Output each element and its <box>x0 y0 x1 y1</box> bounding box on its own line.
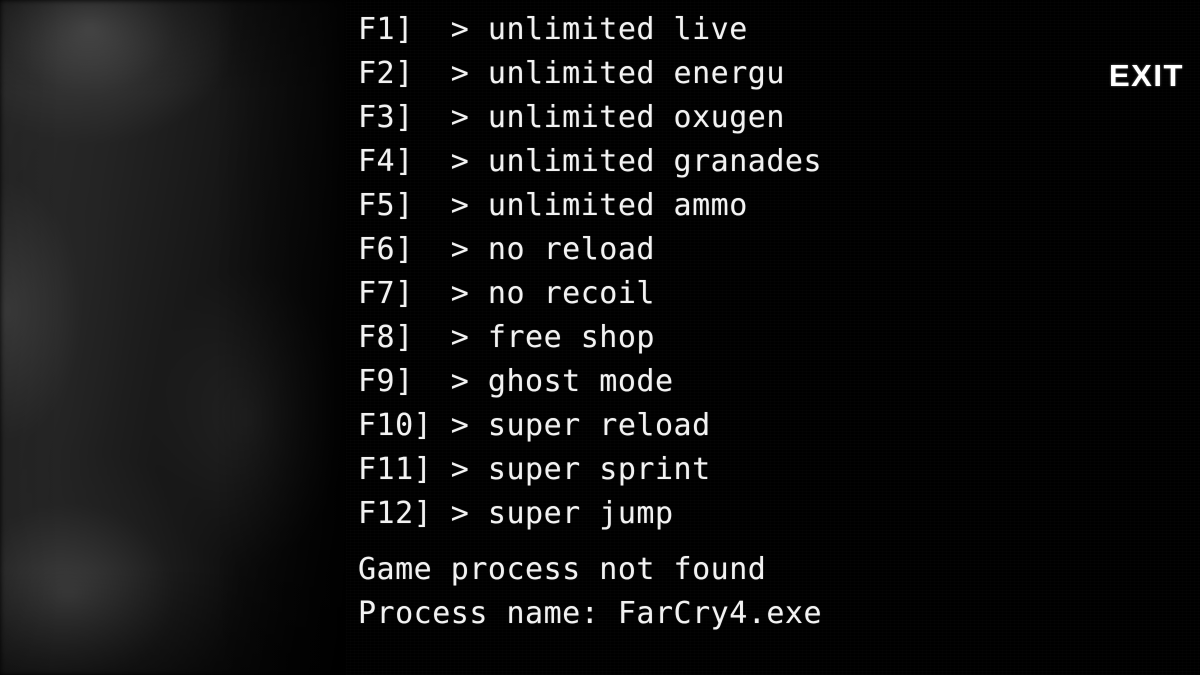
cheat-row[interactable]: F5] > unlimited ammo <box>358 184 822 228</box>
cheat-row[interactable]: F7] > no recoil <box>358 272 822 316</box>
cheat-row[interactable]: F8] > free shop <box>358 316 822 360</box>
cheat-row[interactable]: F10] > super reload <box>358 404 822 448</box>
process-name-text: Process name: FarCry4.exe <box>358 596 823 631</box>
cheat-row[interactable]: F4] > unlimited granades <box>358 140 822 184</box>
status-block: Game process not found Process name: Far… <box>358 548 822 636</box>
cheat-row[interactable]: F1] > unlimited live <box>358 8 822 52</box>
cheat-row[interactable]: F2] > unlimited energu <box>358 52 822 96</box>
exit-button[interactable]: EXIT <box>1103 56 1190 96</box>
background-vignette <box>0 0 346 675</box>
cheat-option-list: F1] > unlimited live F2] > unlimited ener… <box>358 8 822 536</box>
cheat-row[interactable]: F3] > unlimited oxugen <box>358 96 822 140</box>
cheat-row[interactable]: F11] > super sprint <box>358 448 822 492</box>
cheat-row[interactable]: F9] > ghost mode <box>358 360 822 404</box>
cheat-row[interactable]: F6] > no reload <box>358 228 822 272</box>
process-state-text: Game process not found <box>358 552 767 587</box>
trainer-console: F1] > unlimited live F2] > unlimited ener… <box>346 0 1200 675</box>
cheat-row[interactable]: F12] > super jump <box>358 492 822 536</box>
trainer-window: F1] > unlimited live F2] > unlimited ener… <box>0 0 1200 675</box>
